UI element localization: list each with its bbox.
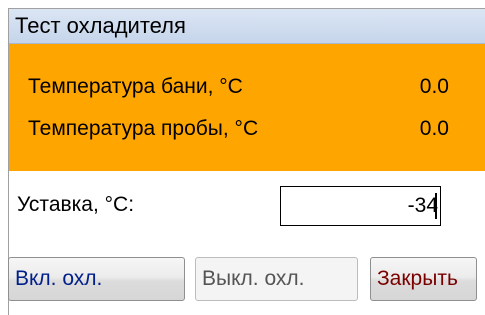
setpoint-input[interactable]: [280, 186, 441, 226]
setpoint-label: Уставка, °C:: [17, 193, 135, 216]
temperature-readings-panel: Температура бани, °C 0.0 Температура про…: [9, 44, 485, 171]
window-title: Тест охладителя: [15, 13, 186, 38]
sample-temperature-label: Температура пробы, °C: [28, 117, 259, 140]
close-button[interactable]: Закрыть: [370, 257, 477, 301]
title-bar[interactable]: Тест охладителя: [9, 9, 485, 44]
bath-temperature-value: 0.0: [419, 75, 449, 98]
bath-temperature-label: Температура бани, °C: [28, 75, 243, 98]
cooling-on-button[interactable]: Вкл. охл.: [8, 257, 185, 301]
sample-temperature-value: 0.0: [419, 117, 449, 140]
cooling-off-button[interactable]: Выкл. охл.: [195, 257, 358, 301]
text-cursor: [435, 193, 437, 219]
